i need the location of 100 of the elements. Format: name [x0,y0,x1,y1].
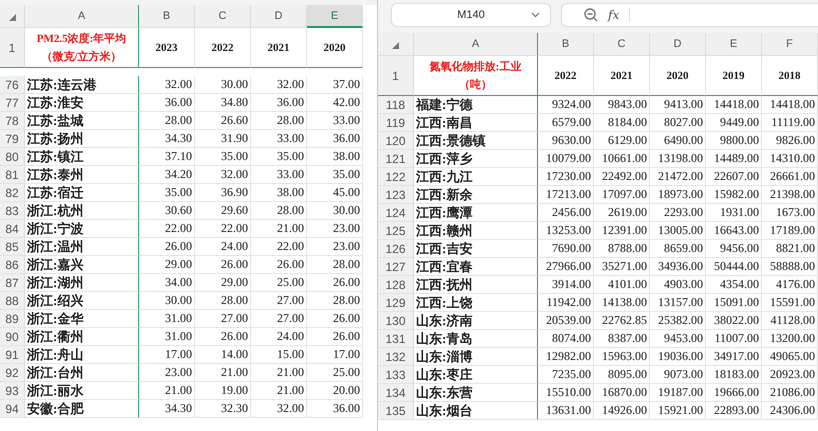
row-header[interactable]: 126 [378,240,414,258]
year-header-cell: 2020 [307,28,363,68]
city-cell: 江苏:淮安 [25,94,139,112]
value-cell: 20.00 [307,382,363,400]
row-header[interactable]: 77 [0,94,25,112]
column-header[interactable]: E [307,5,363,28]
row-header[interactable]: 85 [0,238,25,256]
value-cell: 12391.00 [594,222,650,240]
row-header[interactable]: 133 [378,366,414,384]
value-cell: 22607.00 [706,168,762,186]
row-header[interactable]: 1 [0,28,25,68]
row-header[interactable]: 119 [378,114,414,132]
row-header[interactable]: 131 [378,330,414,348]
row-header[interactable]: 123 [378,186,414,204]
select-all-corner[interactable] [378,33,414,56]
row-header[interactable]: 129 [378,294,414,312]
row-header[interactable]: 78 [0,112,25,130]
select-all-corner[interactable] [0,5,25,28]
value-cell: 24.00 [251,328,307,346]
column-header[interactable]: A [414,33,538,56]
value-cell: 23.00 [307,238,363,256]
value-cell: 33.00 [307,112,363,130]
city-cell: 浙江:嘉兴 [25,256,139,274]
value-cell: 7690.00 [538,240,594,258]
row-header[interactable]: 88 [0,292,25,310]
value-cell: 8184.00 [594,114,650,132]
row-header[interactable]: 80 [0,148,25,166]
value-cell: 34.80 [195,94,251,112]
row-header[interactable]: 92 [0,364,25,382]
zoom-icon[interactable] [584,8,598,22]
city-cell: 山东:枣庄 [414,366,538,384]
column-header[interactable]: D [650,33,706,56]
column-header[interactable]: E [706,33,762,56]
column-header[interactable]: D [251,5,307,28]
value-cell: 7235.00 [538,366,594,384]
row-header[interactable]: 135 [378,402,414,420]
value-cell: 28.00 [307,292,363,310]
column-header[interactable]: B [139,5,195,28]
row-header[interactable]: 82 [0,184,25,202]
value-cell: 23.00 [307,220,363,238]
name-box[interactable]: M140 [391,3,551,27]
value-cell: 1673.00 [762,204,818,222]
row-header[interactable]: 94 [0,400,25,418]
row-header[interactable]: 125 [378,222,414,240]
row-header[interactable]: 90 [0,328,25,346]
value-cell: 2619.00 [594,204,650,222]
row-header[interactable]: 1 [378,56,414,96]
row-header[interactable]: 84 [0,220,25,238]
header-title-line: 氮氧化物排放:工业 [430,60,522,74]
row-header[interactable]: 122 [378,168,414,186]
function-label[interactable]: fx [608,8,630,22]
value-cell: 15963.00 [594,348,650,366]
city-cell: 浙江:温州 [25,238,139,256]
row-header[interactable]: 86 [0,256,25,274]
column-header[interactable]: B [538,33,594,56]
value-cell: 11119.00 [762,114,818,132]
value-cell: 25.00 [251,274,307,292]
value-cell: 8788.00 [594,240,650,258]
value-cell: 31.00 [139,328,195,346]
value-cell: 19036.00 [650,348,706,366]
value-cell: 22762.85 [594,312,650,330]
row-header[interactable]: 81 [0,166,25,184]
row-header[interactable]: 124 [378,204,414,222]
city-cell: 江西:宜春 [414,258,538,276]
value-cell: 1931.00 [706,204,762,222]
row-header[interactable]: 91 [0,346,25,364]
value-cell: 34.20 [139,166,195,184]
column-header[interactable]: A [25,5,139,28]
value-cell: 9413.00 [650,96,706,114]
row-header[interactable]: 89 [0,310,25,328]
row-header[interactable]: 128 [378,276,414,294]
value-cell: 22492.00 [594,168,650,186]
year-header-cell: 2020 [650,56,706,96]
row-header[interactable]: 87 [0,274,25,292]
row-header[interactable]: 120 [378,132,414,150]
row-header[interactable]: 93 [0,382,25,400]
city-cell: 江苏:连云港 [25,76,139,94]
row-header[interactable]: 127 [378,258,414,276]
row-header[interactable]: 132 [378,348,414,366]
row-header[interactable]: 118 [378,96,414,114]
value-cell: 45.00 [307,184,363,202]
value-cell: 24.00 [195,238,251,256]
row-header[interactable]: 83 [0,202,25,220]
value-cell: 32.30 [195,400,251,418]
value-cell: 20923.00 [762,366,818,384]
row-header[interactable]: 121 [378,150,414,168]
row-header[interactable]: 76 [0,76,25,94]
value-cell: 38.00 [251,184,307,202]
row-header[interactable]: 130 [378,312,414,330]
column-header[interactable]: C [594,33,650,56]
city-cell: 江苏:镇江 [25,148,139,166]
value-cell: 14.00 [195,346,251,364]
value-cell: 35.00 [139,184,195,202]
column-header[interactable]: C [195,5,251,28]
value-cell: 9449.00 [706,114,762,132]
value-cell: 32.00 [251,400,307,418]
column-header[interactable]: F [762,33,818,56]
row-header[interactable]: 79 [0,130,25,148]
city-cell: 浙江:绍兴 [25,292,139,310]
row-header[interactable]: 134 [378,384,414,402]
